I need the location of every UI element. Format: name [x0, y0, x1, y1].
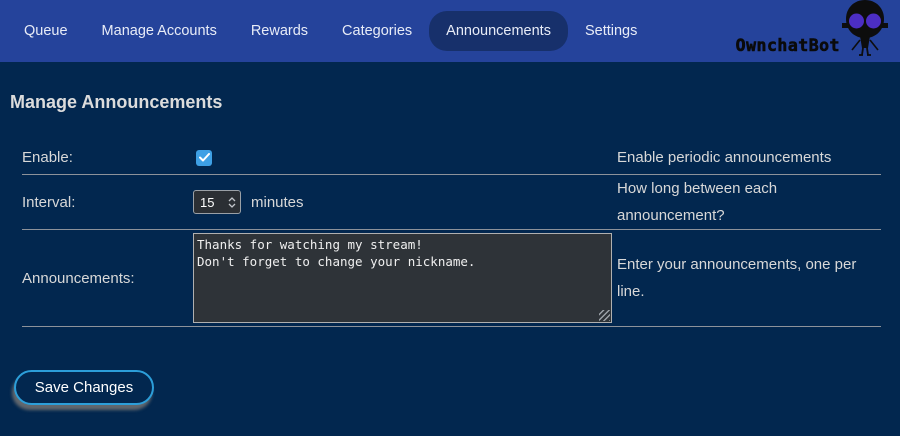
resize-grip-icon[interactable] — [599, 310, 610, 321]
nav-item-manage-accounts[interactable]: Manage Accounts — [85, 11, 234, 51]
enable-help: Enable periodic announcements — [617, 144, 881, 171]
nav-item-announcements[interactable]: Announcements — [429, 11, 568, 51]
announcements-label: Announcements: — [22, 270, 193, 287]
enable-checkbox[interactable] — [196, 150, 212, 166]
checkmark-icon — [199, 153, 210, 162]
enable-label: Enable: — [22, 149, 193, 166]
chevron-down-icon — [228, 203, 236, 208]
announcements-help: Enter your announcements, one per line. — [617, 251, 881, 305]
brand-name: OwnchatBot — [736, 36, 840, 63]
save-changes-button[interactable]: Save Changes — [14, 370, 154, 405]
nav-item-categories[interactable]: Categories — [325, 11, 429, 51]
nav-item-settings[interactable]: Settings — [568, 11, 654, 51]
announcements-form: Enable: Enable periodic announcements In… — [22, 141, 881, 327]
form-row-interval: Interval: 15 minutes How long between ea… — [22, 175, 881, 230]
interval-unit: minutes — [251, 194, 304, 211]
nav-item-queue[interactable]: Queue — [7, 11, 85, 51]
announcements-textarea[interactable]: Thanks for watching my stream! Don't for… — [193, 233, 612, 323]
number-spinner[interactable] — [228, 197, 236, 208]
interval-input[interactable]: 15 — [193, 190, 241, 214]
nav-item-rewards[interactable]: Rewards — [234, 11, 325, 51]
interval-label: Interval: — [22, 194, 193, 211]
navbar: Queue Manage Accounts Rewards Categories… — [0, 0, 900, 62]
form-row-announcements: Announcements: Thanks for watching my st… — [22, 230, 881, 327]
interval-help: How long between each announcement? — [617, 175, 881, 229]
robot-icon — [842, 0, 888, 62]
brand-logo: OwnchatBot — [736, 0, 888, 63]
interval-value: 15 — [200, 195, 228, 210]
page-title: Manage Announcements — [10, 92, 900, 113]
form-row-enable: Enable: Enable periodic announcements — [22, 141, 881, 175]
chevron-up-icon — [228, 197, 236, 202]
